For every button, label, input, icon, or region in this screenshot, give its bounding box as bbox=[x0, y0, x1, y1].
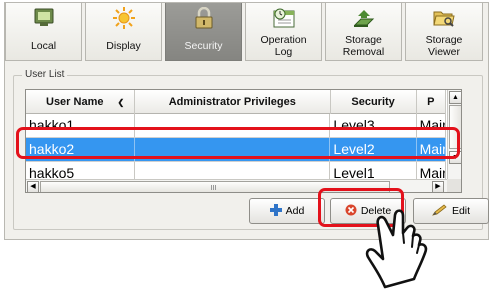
tab-label: Operation Log bbox=[260, 34, 307, 58]
tab-label: Storage Viewer bbox=[425, 34, 463, 58]
tab-display[interactable]: Display bbox=[85, 3, 162, 61]
column-header-user-name[interactable]: User Name ❮ bbox=[26, 90, 135, 114]
lock-icon bbox=[194, 6, 214, 30]
tap-hand-icon bbox=[352, 203, 452, 294]
chevron-down-icon: ❮ bbox=[117, 98, 125, 107]
add-button-label: Add bbox=[285, 205, 305, 217]
add-icon bbox=[269, 203, 282, 219]
add-button[interactable]: Add bbox=[249, 198, 325, 224]
user-list-title: User List bbox=[22, 69, 68, 80]
scroll-left-icon[interactable]: ◀ bbox=[27, 181, 39, 192]
sun-icon bbox=[112, 6, 136, 30]
tab-local[interactable]: Local bbox=[5, 3, 82, 61]
table-header: User Name ❮ Administrator Privileges Secu… bbox=[26, 90, 446, 114]
local-icon bbox=[33, 6, 55, 30]
tab-storage-viewer[interactable]: Storage Viewer bbox=[405, 3, 483, 61]
tab-strip: Local Display Security Operation Log Sto… bbox=[5, 3, 488, 61]
scroll-right-icon[interactable]: ▶ bbox=[432, 181, 444, 192]
column-header-p[interactable]: P bbox=[417, 90, 446, 114]
folder-icon bbox=[432, 6, 456, 30]
storage-removal-icon bbox=[351, 6, 377, 30]
scrollbar-corner bbox=[447, 179, 461, 192]
tab-label: Security bbox=[184, 40, 223, 52]
tab-storage-removal[interactable]: Storage Removal bbox=[325, 3, 402, 61]
tab-operation-log[interactable]: Operation Log bbox=[245, 3, 322, 61]
column-header-security[interactable]: Security bbox=[331, 90, 417, 114]
scroll-up-icon[interactable]: ▲ bbox=[449, 91, 461, 104]
tab-security[interactable]: Security bbox=[165, 3, 242, 61]
operation-log-icon bbox=[272, 6, 296, 30]
tab-label: Local bbox=[30, 40, 57, 52]
column-header-admin-privileges[interactable]: Administrator Privileges bbox=[135, 90, 331, 114]
tab-label: Display bbox=[106, 40, 141, 52]
selected-row-highlight bbox=[16, 127, 460, 159]
edit-button-label: Edit bbox=[451, 205, 471, 217]
tab-label: Storage Removal bbox=[342, 34, 385, 58]
